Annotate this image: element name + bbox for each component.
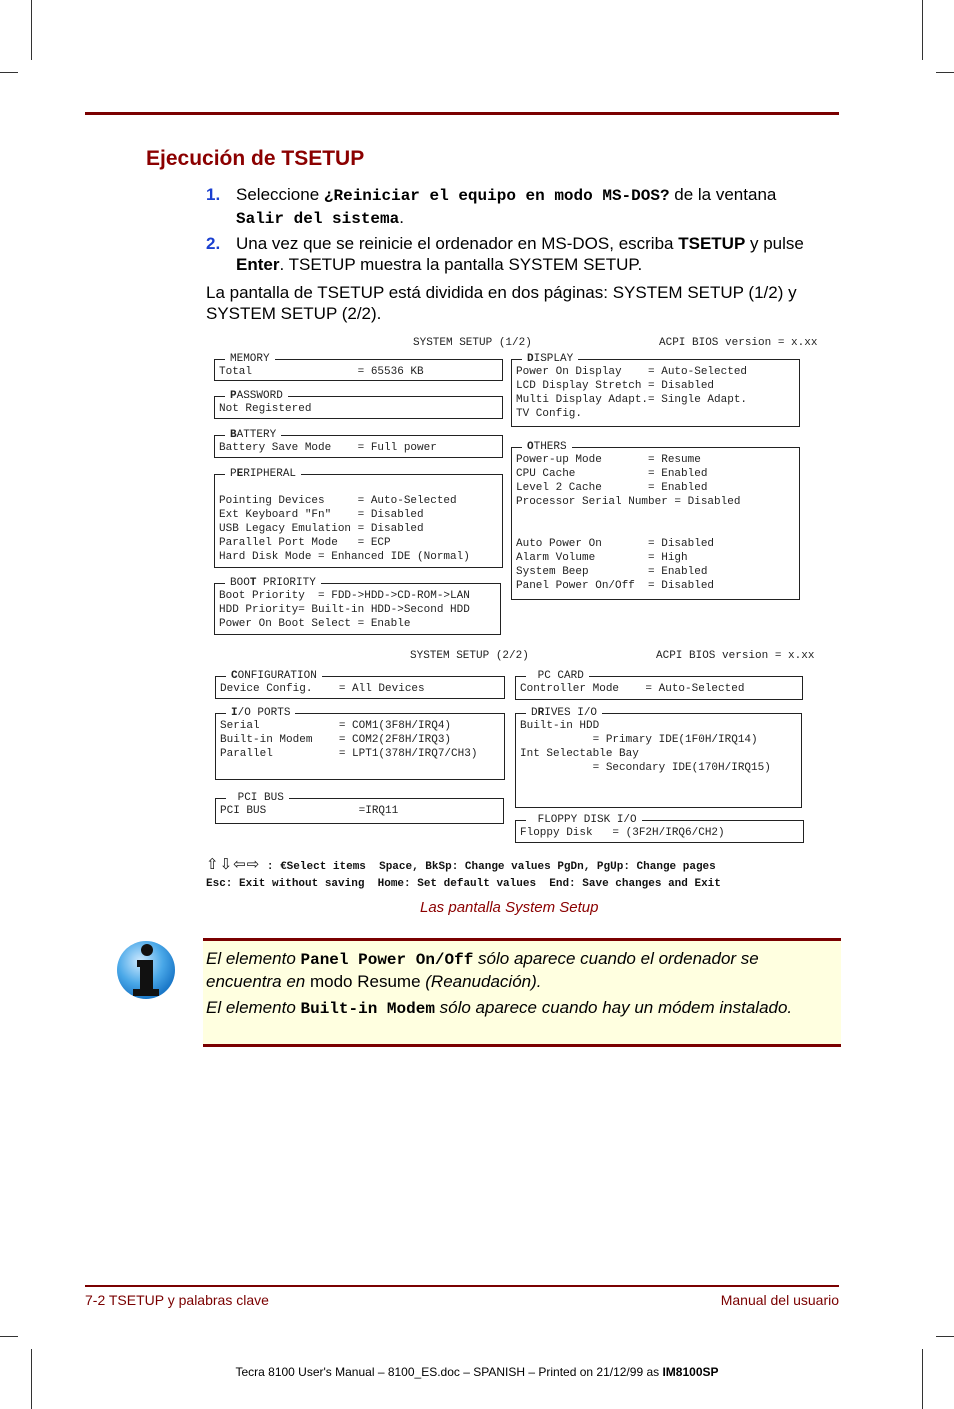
command-name: TSETUP <box>678 234 746 253</box>
io-ports-panel: I/O PORTS Serial = COM1(3F8H/IRQ4) Built… <box>215 706 505 780</box>
drives-io-panel: DRIVES I/O Built-in HDD = Primary IDE(1F… <box>515 706 802 808</box>
peripheral-panel: PERIPHERAL Pointing Devices = Auto-Selec… <box>214 467 503 568</box>
pc-card-panel: PC CARD Controller Mode = Auto-Selected <box>515 669 803 700</box>
password-panel: PASSWORD Not Registered <box>214 389 503 419</box>
configuration-panel: CONFIGURATION Device Config. = All Devic… <box>215 669 505 699</box>
crop-mark <box>31 0 32 60</box>
pci-bus-panel: PCI BUS PCI BUS =IRQ11 <box>215 791 504 824</box>
print-info: Tecra 8100 User's Manual – 8100_ES.doc –… <box>235 1365 719 1379</box>
panel-body: Not Registered <box>219 403 312 415</box>
panel-legend: FLOPPY DISK I/O <box>526 813 642 827</box>
arrow-keys-icon: ⇧⇩⇦⇨ <box>206 855 261 873</box>
key-help-line-2: Esc: Exit without saving Home: Set defau… <box>206 878 721 890</box>
boot-priority-panel: BOOT PRIORITY Boot Priority = FDD->HDD->… <box>214 576 501 635</box>
crop-mark <box>936 1336 954 1337</box>
others-panel: OTHERS Power-up Mode = Resume CPU Cache … <box>511 440 800 600</box>
memory-panel: MEMORY Total = 65536 KB <box>214 352 503 381</box>
panel-legend: BATTERY <box>225 428 282 442</box>
panel-legend: DRIVES I/O <box>526 706 603 720</box>
panel-legend: PASSWORD <box>225 389 288 403</box>
panel-body: Controller Mode = Auto-Selected <box>520 683 745 695</box>
footer-manual-label: Manual del usuario <box>720 1292 839 1308</box>
panel-body: Floppy Disk = (3F2H/IRQ6/CH2) <box>520 827 725 839</box>
panel-body: Battery Save Mode = Full power <box>219 442 437 454</box>
crop-mark <box>922 1349 923 1409</box>
step-number: 1. <box>206 185 221 204</box>
info-icon <box>117 941 175 999</box>
note-box: El elemento Panel Power On/Off sólo apar… <box>203 938 841 1047</box>
panel-legend: PC CARD <box>526 669 589 683</box>
panel-body: Device Config. = All Devices <box>220 683 425 695</box>
step-number: 2. <box>206 234 221 253</box>
window-name-code: Salir del sistema <box>236 210 400 228</box>
battery-panel: BATTERY Battery Save Mode = Full power <box>214 428 503 458</box>
figure-caption: Las pantalla System Setup <box>420 899 599 916</box>
panel-legend: CONFIGURATION <box>226 669 322 683</box>
panel-body: Power-up Mode = Resume CPU Cache = Enabl… <box>516 454 741 592</box>
panel-body: Boot Priority = FDD->HDD->CD-ROM->LAN HD… <box>219 590 470 630</box>
step-1: 1. Seleccione ¿Reiniciar el equipo en mo… <box>206 185 777 228</box>
footer-rule <box>85 1285 839 1287</box>
crop-mark <box>0 72 18 73</box>
panel-body: PCI BUS =IRQ11 <box>220 805 399 817</box>
panel-legend: MEMORY <box>225 352 275 366</box>
panel-body: Pointing Devices = Auto-Selected Ext Key… <box>219 495 470 563</box>
display-panel: DISPLAY Power On Display = Auto-Selected… <box>511 352 800 427</box>
panel-legend: BOOT PRIORITY <box>225 576 321 590</box>
crop-mark <box>936 72 954 73</box>
key-name: Enter <box>236 255 280 274</box>
screen2-header: SYSTEM SETUP (2/2) <box>410 650 529 662</box>
panel-body: Total = 65536 KB <box>219 366 424 378</box>
crop-mark <box>0 1336 18 1337</box>
panel-body: Power On Display = Auto-Selected LCD Dis… <box>516 366 748 420</box>
intro-paragraph: La pantalla de TSETUP está dividida en d… <box>206 283 797 323</box>
footer-page-label: 7-2 TSETUP y palabras clave <box>85 1292 269 1308</box>
panel-legend: PERIPHERAL <box>225 467 302 481</box>
screen1-bios-version: ACPI BIOS version = x.xx <box>659 337 818 349</box>
panel-body: Built-in HDD = Primary IDE(1F0H/IRQ14) I… <box>520 720 771 774</box>
section-title: Ejecución de TSETUP <box>146 147 365 170</box>
screen2-bios-version: ACPI BIOS version = x.xx <box>656 650 815 662</box>
floppy-disk-panel: FLOPPY DISK I/O Floppy Disk = (3F2H/IRQ6… <box>515 813 804 843</box>
note-paragraph: El elemento Built-in Modem sólo aparece … <box>206 998 793 1018</box>
panel-legend: PCI BUS <box>226 791 289 805</box>
screen1-header: SYSTEM SETUP (1/2) <box>413 337 532 349</box>
crop-mark <box>922 0 923 60</box>
crop-mark <box>31 1349 32 1409</box>
key-help-line-1: ⇧⇩⇦⇨ : €Select items Space, BkSp: Change… <box>206 855 716 873</box>
panel-legend: DISPLAY <box>522 352 579 366</box>
panel-legend: OTHERS <box>522 440 572 454</box>
header-rule <box>85 112 839 115</box>
panel-legend: I/O PORTS <box>226 706 296 720</box>
menu-item-code: ¿Reiniciar el equipo en modo MS-DOS? <box>323 187 670 205</box>
panel-body: Serial = COM1(3F8H/IRQ4) Built-in Modem … <box>220 720 478 760</box>
note-paragraph: El elemento Panel Power On/Off sólo apar… <box>206 949 759 991</box>
step-2: 2. Una vez que se reinicie el ordenador … <box>206 234 804 274</box>
